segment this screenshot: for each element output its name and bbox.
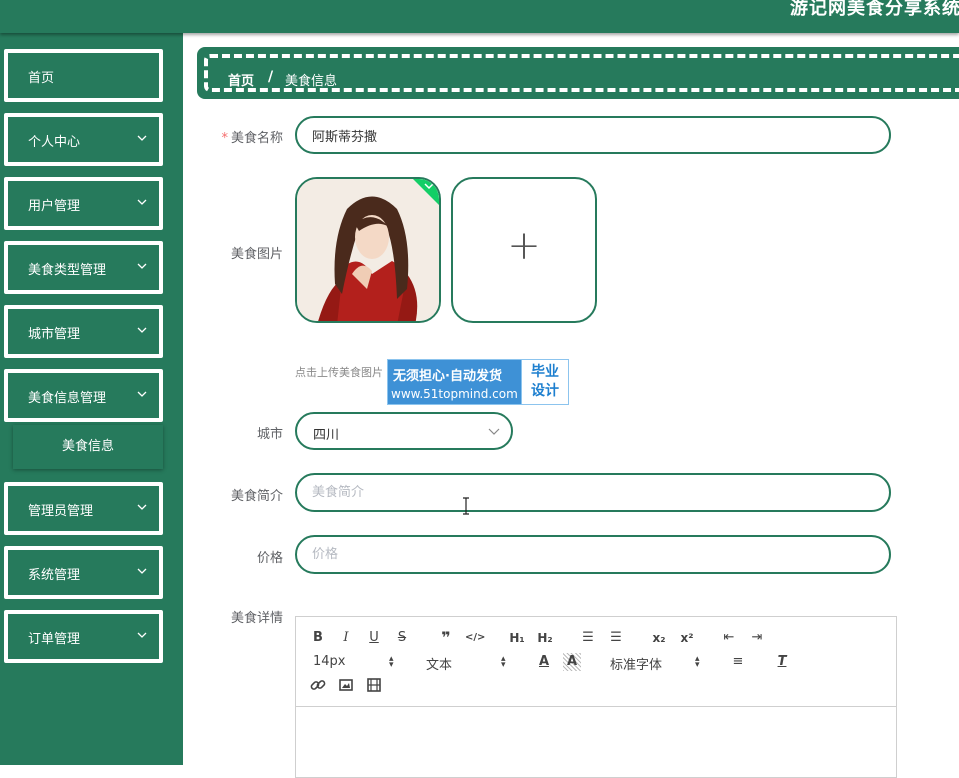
sidebar-item-city-management[interactable]: 城市管理	[4, 305, 163, 358]
blockquote-icon[interactable]: ❞	[437, 629, 455, 647]
chevron-down-icon	[137, 504, 147, 510]
breadcrumb-dashed-frame: 首页 / 美食信息	[204, 54, 959, 92]
align-icon[interactable]: ≡	[729, 653, 747, 671]
select-arrows-icon: ▾	[695, 660, 700, 670]
watermark-badge-line1: 毕业	[531, 364, 559, 380]
select-arrows-icon: ▾	[501, 660, 506, 670]
clear-format-icon[interactable]: T	[773, 653, 791, 671]
sidebar-item-order-management[interactable]: 订单管理	[4, 610, 163, 663]
editor-content-area[interactable]	[296, 707, 896, 777]
chevron-down-icon	[137, 135, 147, 141]
chevron-down-icon	[137, 263, 147, 269]
font-size-select[interactable]: 14px ▴ ▾	[313, 654, 403, 670]
italic-icon[interactable]: I	[337, 629, 355, 647]
sidebar-item-label: 管理员管理	[28, 504, 94, 519]
rich-text-editor: B I U S ❞ </> H₁ H₂ ☰ ☰ x₂ x² ⇤ ⇥ 14px ▴…	[295, 616, 897, 778]
select-arrows-icon: ▾	[389, 660, 394, 670]
superscript-icon[interactable]: x²	[677, 629, 697, 647]
font-size-value: 14px	[313, 654, 346, 669]
sidebar-item-user-management[interactable]: 用户管理	[4, 177, 163, 230]
image-icon[interactable]	[337, 677, 355, 695]
city-select-value: 四川	[313, 428, 340, 443]
sidebar-item-label: 城市管理	[28, 327, 81, 342]
upload-tip: 点击上传美食图片	[295, 366, 383, 379]
chevron-down-icon	[488, 428, 500, 435]
subscript-icon[interactable]: x₂	[649, 629, 669, 647]
breadcrumb-separator: /	[268, 69, 274, 85]
bold-icon[interactable]: B	[309, 629, 327, 647]
sidebar-item-label: 订单管理	[28, 632, 81, 647]
uploaded-image-thumbnail[interactable]	[295, 177, 441, 323]
food-name-label-text: 美食名称	[230, 131, 283, 146]
sidebar-item-food-info-management[interactable]: 美食信息管理	[4, 369, 163, 422]
strike-icon[interactable]: S	[393, 629, 411, 647]
sidebar: 首页 个人中心 用户管理 美食类型管理 城市管理 美食信息管理 美食信息 管理员…	[0, 33, 183, 765]
watermark-badge: 毕业 设计	[521, 360, 568, 404]
ordered-list-icon[interactable]: ☰	[579, 629, 597, 647]
sidebar-item-food-type-management[interactable]: 美食类型管理	[4, 241, 163, 294]
plus-icon: +	[507, 223, 541, 269]
city-label: 城市	[256, 427, 283, 442]
chevron-down-icon	[137, 199, 147, 205]
font-family-value: 标准字体	[610, 658, 663, 673]
watermark-badge-line2: 设计	[531, 383, 559, 399]
indent-icon[interactable]: ⇥	[748, 629, 766, 647]
upload-success-icon	[413, 179, 439, 205]
font-family-select[interactable]: 标准字体 ▴ ▾	[610, 654, 710, 673]
food-name-label: * 美食名称	[193, 127, 283, 146]
food-intro-label: 美食简介	[230, 489, 283, 504]
sidebar-item-label: 首页	[28, 71, 55, 86]
chevron-up-icon	[137, 391, 147, 397]
watermark-slogan: 无须担心·自动发货	[393, 369, 502, 384]
chevron-down-icon	[137, 632, 147, 638]
video-icon[interactable]	[365, 677, 383, 695]
breadcrumb-home-link[interactable]: 首页	[228, 70, 254, 89]
food-image-label: 美食图片	[230, 247, 283, 262]
header-1-icon[interactable]: H₁	[507, 629, 527, 647]
underline-icon[interactable]: U	[365, 629, 383, 647]
header-2-icon[interactable]: H₂	[535, 629, 555, 647]
top-bar: 游记网美食分享系统	[0, 0, 959, 33]
background-color-icon[interactable]: A	[563, 653, 581, 671]
sidebar-item-label: 系统管理	[28, 568, 81, 583]
sidebar-item-label: 个人中心	[28, 135, 81, 150]
food-intro-input[interactable]	[295, 473, 891, 512]
header-select-value: 文本	[426, 658, 453, 673]
watermark-url: www.51topmind.com	[391, 387, 518, 401]
breadcrumb-current: 美食信息	[285, 74, 338, 89]
sidebar-subitem-food-info[interactable]: 美食信息	[13, 425, 163, 469]
price-input[interactable]	[295, 535, 891, 574]
image-upload-button[interactable]: +	[451, 177, 597, 323]
font-color-icon[interactable]: A	[535, 653, 553, 671]
sidebar-item-personal-center[interactable]: 个人中心	[4, 113, 163, 166]
watermark-banner: 无须担心·自动发货 www.51topmind.com 毕业 设计	[387, 359, 569, 405]
sidebar-item-home[interactable]: 首页	[4, 49, 163, 102]
food-detail-label: 美食详情	[230, 611, 283, 626]
editor-toolbar: B I U S ❞ </> H₁ H₂ ☰ ☰ x₂ x² ⇤ ⇥ 14px ▴…	[296, 617, 896, 707]
sidebar-item-label: 美食信息管理	[28, 391, 107, 406]
food-name-input[interactable]	[295, 116, 891, 154]
city-select[interactable]: 四川	[295, 412, 513, 450]
sidebar-item-system-management[interactable]: 系统管理	[4, 546, 163, 599]
sidebar-item-label: 用户管理	[28, 199, 81, 214]
breadcrumb: 首页 / 美食信息	[197, 47, 959, 99]
chevron-down-icon	[137, 568, 147, 574]
sidebar-item-admin-management[interactable]: 管理员管理	[4, 482, 163, 535]
header-select[interactable]: 文本 ▴ ▾	[426, 654, 516, 673]
sidebar-item-label: 美食类型管理	[28, 263, 107, 278]
price-label: 价格	[256, 551, 283, 566]
app-title: 游记网美食分享系统	[790, 0, 959, 19]
text-cursor-icon	[463, 497, 469, 515]
outdent-icon[interactable]: ⇤	[720, 629, 738, 647]
required-mark: *	[221, 131, 228, 146]
chevron-down-icon	[137, 327, 147, 333]
code-block-icon[interactable]: </>	[465, 629, 485, 647]
bullet-list-icon[interactable]: ☰	[607, 629, 625, 647]
link-icon[interactable]	[309, 677, 327, 695]
